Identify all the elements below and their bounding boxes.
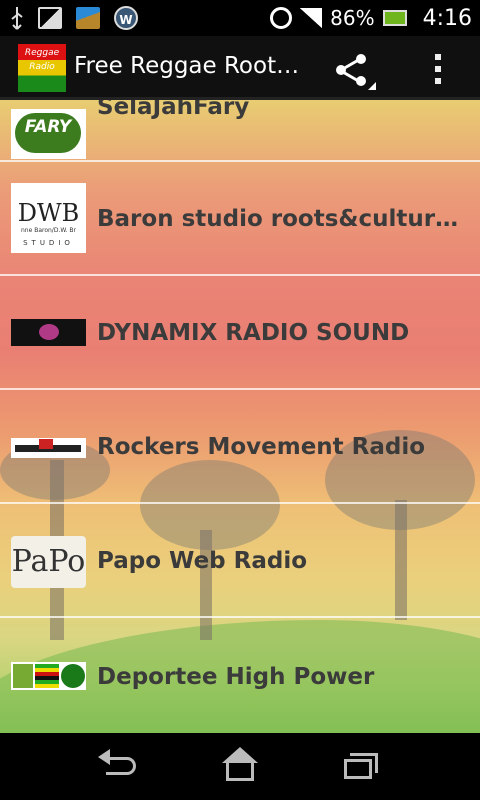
station-name: DYNAMIX RADIO SOUND bbox=[97, 320, 410, 346]
thumbnail-text: FARY bbox=[24, 117, 72, 137]
share-submenu-indicator bbox=[368, 82, 376, 90]
back-icon bbox=[106, 757, 136, 775]
clock: 4:16 bbox=[422, 5, 472, 31]
notification-icons: W bbox=[10, 4, 138, 32]
station-name: Rockers Movement Radio bbox=[97, 434, 426, 460]
app-title: Free Reggae Root… bbox=[74, 53, 300, 79]
thumbnail-text: PaPo bbox=[11, 544, 86, 579]
overflow-dot bbox=[435, 78, 441, 84]
app-icon-text: Reggae Radio bbox=[24, 48, 60, 72]
list-item[interactable]: FARY SelaJahFary bbox=[0, 100, 480, 162]
home-button[interactable] bbox=[210, 747, 270, 787]
signal-icon bbox=[300, 8, 323, 28]
overflow-menu-icon bbox=[435, 54, 441, 60]
recent-apps-button[interactable] bbox=[328, 747, 388, 787]
list-item[interactable]: DYNAMIX RADIO SOUND bbox=[0, 276, 480, 390]
station-list[interactable]: FARY SelaJahFary DWB nne Baron/D.W. Br S… bbox=[0, 100, 480, 733]
usb-icon bbox=[10, 7, 24, 30]
status-bar: W 86% 4:16 bbox=[0, 0, 480, 36]
share-icon-node bbox=[356, 54, 366, 64]
list-item[interactable]: DWB nne Baron/D.W. Br STUDIO Baron studi… bbox=[0, 162, 480, 276]
thumbnail-studio-text: STUDIO bbox=[23, 239, 74, 247]
system-icons: 86% 4:16 bbox=[270, 4, 472, 32]
home-icon-body bbox=[226, 761, 254, 781]
back-button[interactable] bbox=[92, 747, 152, 787]
alarm-icon bbox=[270, 7, 293, 29]
thumbnail-emblem bbox=[61, 664, 85, 688]
station-name: Deportee High Power bbox=[97, 664, 375, 690]
share-button[interactable] bbox=[330, 50, 376, 90]
back-arrow-head bbox=[98, 749, 110, 765]
station-thumbnail: FARY bbox=[11, 109, 86, 159]
image-icon bbox=[38, 7, 62, 29]
app-logo-icon[interactable]: Reggae Radio bbox=[18, 44, 66, 92]
share-icon-line bbox=[341, 70, 359, 82]
list-item[interactable]: Rockers Movement Radio bbox=[0, 390, 480, 504]
broom-icon bbox=[76, 7, 100, 29]
w-app-icon: W bbox=[114, 6, 138, 30]
battery-charging-icon bbox=[382, 10, 407, 26]
station-name: Papo Web Radio bbox=[97, 548, 308, 574]
thumbnail-subtext: nne Baron/D.W. Br bbox=[21, 227, 76, 234]
navigation-bar bbox=[0, 733, 480, 800]
overflow-dot bbox=[435, 66, 441, 72]
thumbnail-logo bbox=[39, 324, 59, 340]
action-bar: Reggae Radio Free Reggae Root… bbox=[0, 36, 480, 100]
station-thumbnail bbox=[11, 662, 86, 690]
station-thumbnail bbox=[11, 319, 86, 346]
station-name: Baron studio roots&culture vi… bbox=[97, 206, 472, 232]
share-icon-node bbox=[356, 76, 366, 86]
station-thumbnail bbox=[11, 438, 86, 458]
recent-apps-icon bbox=[344, 759, 372, 779]
station-thumbnail: DWB nne Baron/D.W. Br STUDIO bbox=[11, 183, 86, 253]
station-name: SelaJahFary bbox=[97, 100, 250, 120]
list-item[interactable]: Deportee High Power bbox=[0, 618, 480, 732]
thumbnail-emblem bbox=[39, 439, 53, 449]
list-item[interactable]: PaPo Papo Web Radio bbox=[0, 504, 480, 618]
thumbnail-flag bbox=[35, 664, 59, 688]
thumbnail-part bbox=[13, 664, 33, 688]
station-thumbnail: PaPo bbox=[11, 536, 86, 588]
overflow-menu-button[interactable] bbox=[428, 52, 448, 86]
thumbnail-text: DWB bbox=[17, 199, 80, 227]
battery-percent: 86% bbox=[330, 6, 375, 30]
